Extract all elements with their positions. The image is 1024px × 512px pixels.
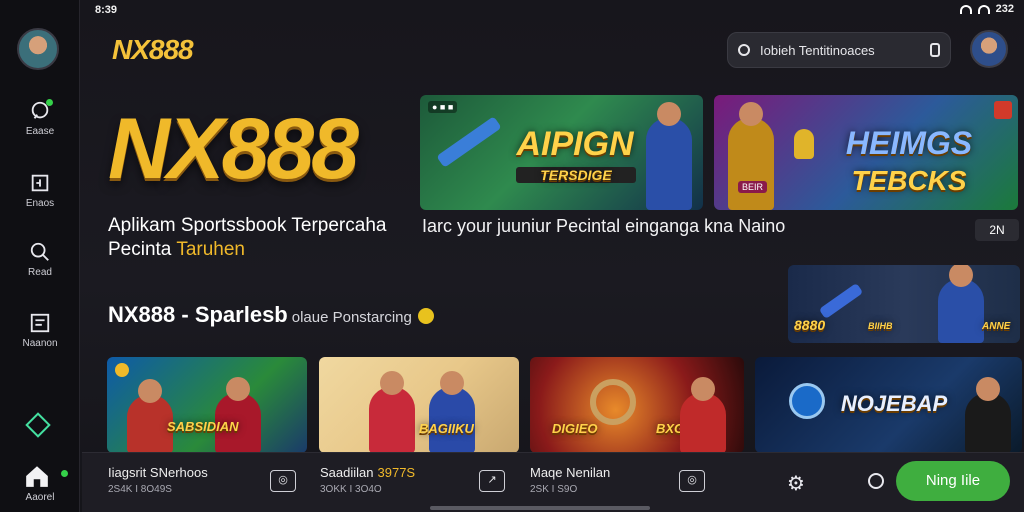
trophy-icon xyxy=(794,129,814,159)
promo-label-mid: BIIHB xyxy=(868,321,893,331)
bottom-item-price: 3977S xyxy=(377,465,416,480)
banner-title: HEIMGS xyxy=(845,125,973,161)
banner-title: AIPIGN xyxy=(516,125,634,163)
game-card-3[interactable]: DIGIEO BXGBIM xyxy=(530,357,744,453)
app-logo[interactable]: NX888 xyxy=(112,34,194,66)
wifi-icon-2 xyxy=(977,4,990,14)
banner-caption: Iarc your juuniur Pecintal einganga kna … xyxy=(422,216,786,236)
search-icon xyxy=(30,242,49,261)
app-root: 8:39 232 Eaase Enaos Read Naanon Aaorel … xyxy=(0,0,1024,512)
bottom-item-title: Maqe Nenilan xyxy=(530,465,611,480)
hero-tagline-gold: Taruhen xyxy=(176,239,245,260)
sidebar-item-label: Enaos xyxy=(25,198,55,209)
bottom-item-sub: 2SK I S9O xyxy=(530,484,578,495)
search-icon[interactable] xyxy=(868,473,884,489)
page-count[interactable]: 2N xyxy=(975,219,1019,241)
hero-logo: NX888 xyxy=(108,101,359,197)
player-figure xyxy=(728,102,774,210)
notification-dot xyxy=(61,470,68,477)
status-icons: 232 xyxy=(959,3,1014,15)
game-card-title: BAGIIKU xyxy=(419,421,474,436)
home-icon[interactable] xyxy=(24,463,50,489)
bottom-item-1-button[interactable]: ◎ xyxy=(270,470,296,492)
card-logo-icon xyxy=(115,363,129,377)
mic-icon[interactable] xyxy=(930,43,940,57)
sidebar-item-read[interactable]: Read xyxy=(0,241,80,278)
sidebar-item-label: Eaase xyxy=(25,126,55,137)
bat-icon xyxy=(818,282,864,320)
sidebar-item-enaos[interactable]: Enaos xyxy=(0,172,80,209)
location-pin-icon xyxy=(789,383,825,419)
sidebar-item-label: Aaorel xyxy=(25,492,55,503)
status-time: 8:39 xyxy=(95,4,118,16)
trophy-icon xyxy=(590,379,636,425)
sidebar-item-aaorel[interactable]: Aaorel xyxy=(0,492,80,503)
bottom-item-3-button[interactable]: ◎ xyxy=(679,470,705,492)
bottom-bar: Iiagsrit SNerhoos 2S4K I 8O49S ◎ Saadiil… xyxy=(82,452,1024,512)
game-card-2[interactable]: BAGIIKU xyxy=(319,357,519,453)
banner-card-2[interactable]: BEIR HEIMGS TEBCKS xyxy=(714,95,1018,210)
sidebar-item-eaase[interactable]: Eaase xyxy=(0,100,80,137)
home-indicator xyxy=(430,506,650,510)
section-title: NX888 - Sparlesb olaue Ponstarcing xyxy=(108,302,434,328)
bat-icon xyxy=(436,116,502,168)
game-card-1[interactable]: SABSIDIAN xyxy=(107,357,307,453)
player-figure xyxy=(429,371,475,453)
bottom-item-2-button[interactable]: ↗ xyxy=(479,470,505,492)
hero-tagline-line-2: Pecinta xyxy=(108,239,172,260)
banner-subtitle: TEBCKS xyxy=(851,165,967,196)
section-subtitle: olaue Ponstarcing xyxy=(291,309,412,326)
player-figure xyxy=(938,265,984,343)
gear-icon[interactable]: ⚙ xyxy=(787,471,805,496)
game-card-title-left: DIGIEO xyxy=(552,421,598,436)
search-input[interactable]: Iobieh Tentitinoaces xyxy=(727,32,951,68)
bottom-item-2[interactable]: Saadiilan 3977S 3OKK I 3O4O xyxy=(320,465,415,495)
player-figure xyxy=(369,371,415,453)
search-icon xyxy=(738,44,750,56)
bottom-item-title: Saadiilan xyxy=(320,465,374,480)
hero-tagline-line-1: Aplikam Sportssbook Terpercaha xyxy=(108,215,387,236)
banner-card-1[interactable]: ● ■ ■ AIPIGN TERSDIGE xyxy=(420,95,703,210)
notification-dot xyxy=(46,99,53,106)
flag-icon xyxy=(994,101,1012,119)
banner-subtitle: TERSDIGE xyxy=(516,167,636,183)
diamond-icon[interactable] xyxy=(25,412,51,438)
wifi-icon xyxy=(959,4,972,14)
player-figure xyxy=(680,377,726,453)
promo-card[interactable]: 8880 BIIHB ANNE xyxy=(788,265,1020,343)
grid-icon xyxy=(31,174,49,192)
game-card-title: NOJEBAP xyxy=(840,391,948,416)
battery-level: 232 xyxy=(995,3,1014,15)
bottom-item-sub: 2S4K I 8O49S xyxy=(108,484,172,495)
status-bar: 8:39 232 xyxy=(0,0,1024,20)
player-figure xyxy=(965,377,1011,453)
sidebar-item-naanon[interactable]: Naanon xyxy=(0,312,80,349)
coin-icon xyxy=(417,308,434,325)
bottom-item-sub: 3OKK I 3O4O xyxy=(320,484,382,495)
section-title-text: NX888 - Sparlesb xyxy=(108,302,288,327)
game-card-title: SABSIDIAN xyxy=(167,419,239,434)
promo-label-left: 8880 xyxy=(794,317,826,333)
bottom-item-1[interactable]: Iiagsrit SNerhoos 2S4K I 8O49S xyxy=(108,465,208,495)
banner-badge: BEIR xyxy=(738,181,768,193)
sidebar-item-label: Read xyxy=(28,267,52,278)
avatar[interactable] xyxy=(17,28,59,70)
cta-button[interactable]: Ning Iile xyxy=(896,461,1010,501)
list-icon xyxy=(30,313,50,333)
banner-badge: ● ■ ■ xyxy=(428,101,458,113)
sidebar: Eaase Enaos Read Naanon Aaorel xyxy=(0,0,80,512)
profile-avatar[interactable] xyxy=(970,30,1008,68)
bottom-item-3[interactable]: Maqe Nenilan 2SK I S9O xyxy=(530,465,610,495)
bottom-item-title: Iiagsrit SNerhoos xyxy=(108,465,208,480)
promo-label-right: ANNE xyxy=(982,321,1011,332)
player-figure xyxy=(646,102,692,210)
search-placeholder: Iobieh Tentitinoaces xyxy=(760,42,875,58)
game-card-4[interactable]: NOJEBAP xyxy=(755,357,1022,453)
hero-tagline: Aplikam Sportssbook Terpercaha Pecinta T… xyxy=(108,214,386,262)
sidebar-item-label: Naanon xyxy=(22,338,58,349)
